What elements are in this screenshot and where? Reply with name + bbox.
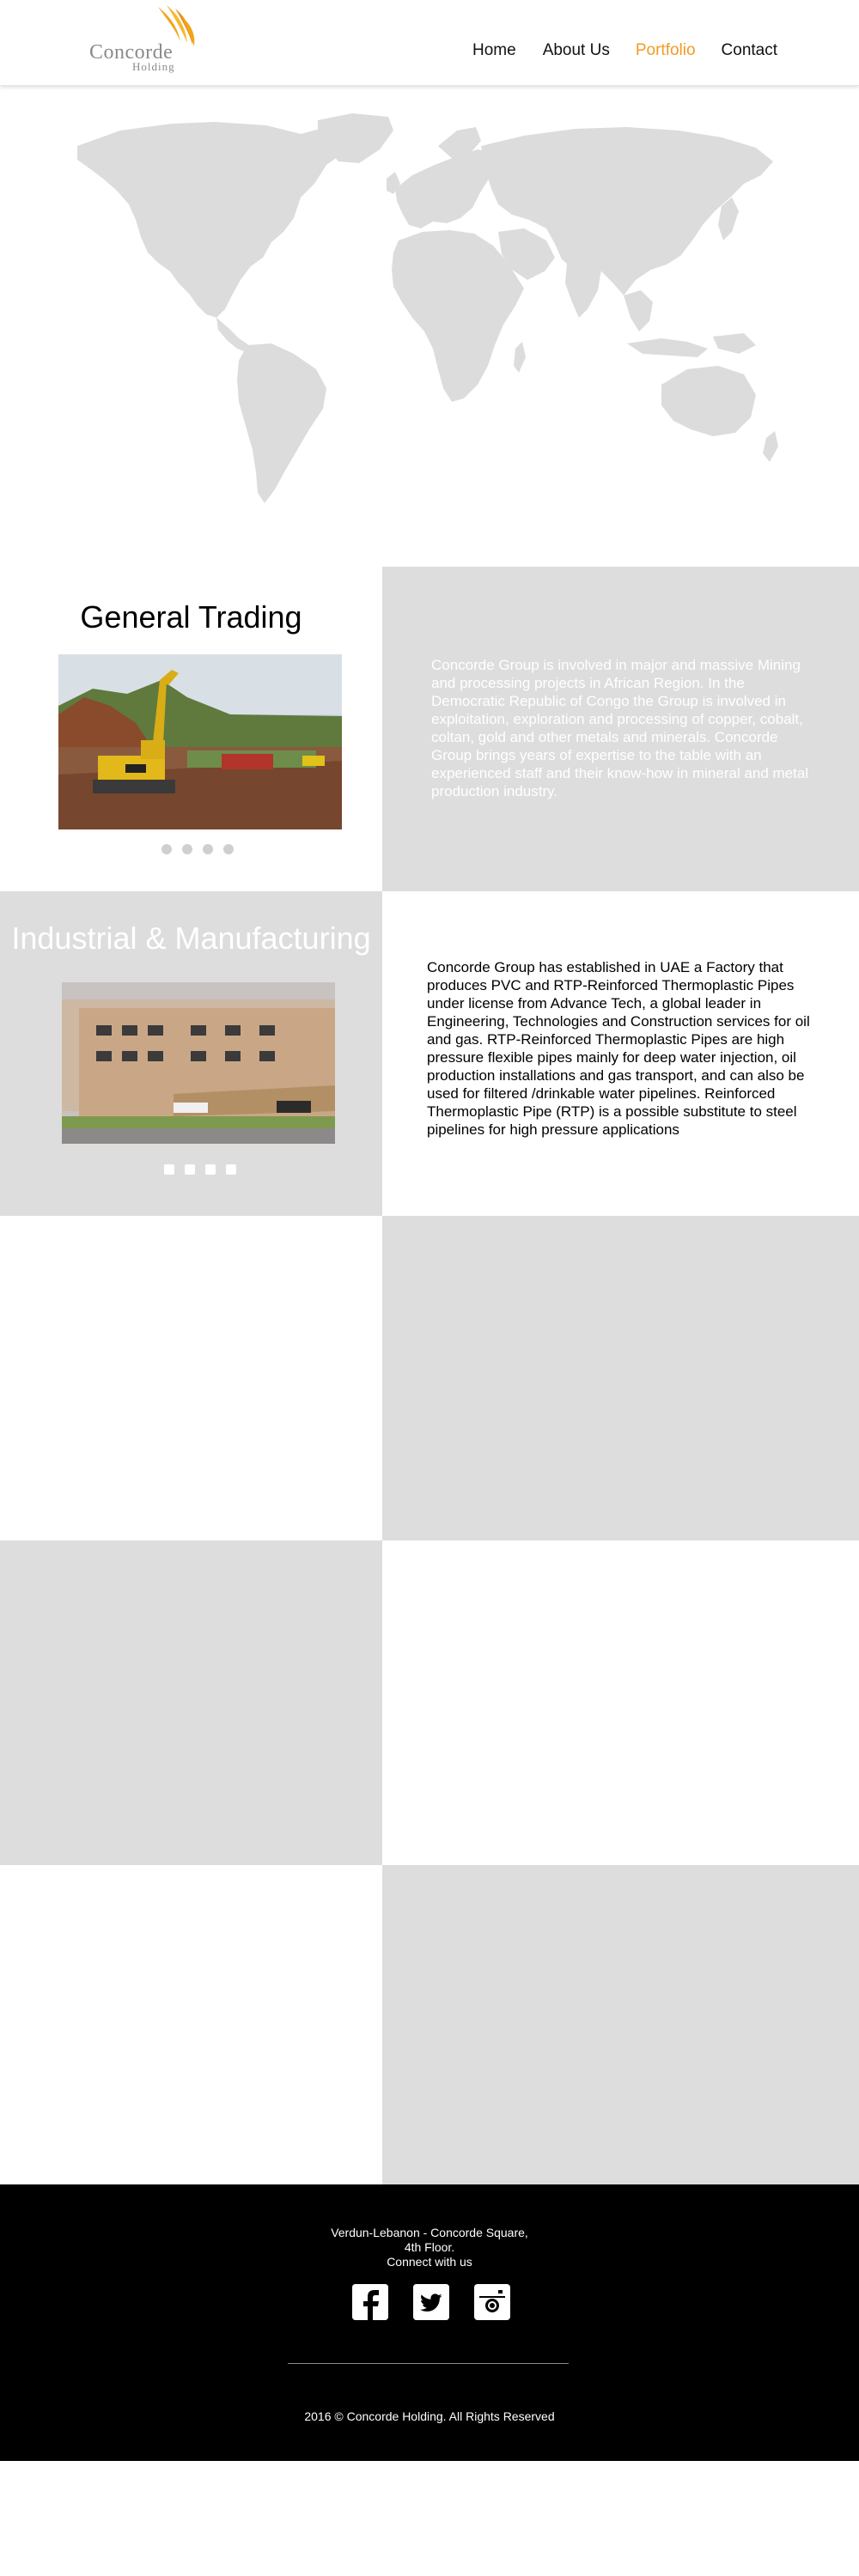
slide-dot[interactable] (164, 1164, 174, 1175)
empty-panel (382, 1216, 859, 1540)
slider-dots (161, 844, 234, 854)
industrial-panel: Industrial & Manufacturing (0, 891, 382, 1216)
site-header: Concorde Holding Home About Us Portfolio… (0, 0, 859, 86)
slide-dot[interactable] (205, 1164, 216, 1175)
slide-dot[interactable] (226, 1164, 236, 1175)
logo-subname: Holding (132, 60, 175, 73)
facebook-icon[interactable] (352, 2284, 388, 2320)
slide-dot[interactable] (223, 844, 234, 854)
factory-building-photo (62, 982, 335, 1144)
slide-dot[interactable] (182, 844, 192, 854)
slider-dots (164, 1164, 236, 1175)
section-empty-3 (0, 1865, 859, 2190)
footer-divider (288, 2363, 569, 2364)
section-general-trading: General Trading Concorde Group is involv… (0, 567, 859, 891)
nav-home[interactable]: Home (472, 41, 516, 60)
world-map (77, 113, 778, 503)
general-trading-panel: General Trading (0, 567, 382, 891)
social-links (352, 2284, 510, 2320)
address-line-1: Verdun-Lebanon - Concorde Square, (331, 2226, 528, 2239)
instagram-icon[interactable] (474, 2284, 510, 2320)
section-title: Industrial & Manufacturing (11, 920, 371, 956)
main-nav: Home About Us Portfolio Contact (472, 41, 777, 60)
slide-dot[interactable] (185, 1164, 195, 1175)
excavator-photo (58, 654, 342, 829)
section-description: Concorde Group is involved in major and … (431, 657, 809, 799)
section-title: General Trading (80, 599, 302, 635)
industrial-description-panel: Concorde Group has established in UAE a … (382, 891, 859, 1216)
section-industrial-manufacturing: Industrial & Manufacturing Concorde Grou… (0, 891, 859, 1216)
general-trading-description-panel: Concorde Group is involved in major and … (382, 567, 859, 891)
twitter-icon[interactable] (413, 2284, 449, 2320)
empty-panel (0, 1540, 382, 1865)
empty-panel (382, 1540, 859, 1865)
nav-contact[interactable]: Contact (722, 41, 777, 60)
address-line-2: 4th Floor. (404, 2240, 455, 2254)
empty-panel (0, 1216, 382, 1540)
nav-portfolio[interactable]: Portfolio (636, 41, 696, 60)
empty-panel (382, 1865, 859, 2190)
site-footer: Verdun-Lebanon - Concorde Square, 4th Fl… (0, 2184, 859, 2461)
section-empty-1 (0, 1216, 859, 1540)
site-logo[interactable]: Concorde Holding (89, 5, 201, 74)
copyright: 2016 © Concorde Holding. All Rights Rese… (304, 2409, 555, 2423)
nav-about-us[interactable]: About Us (543, 41, 610, 60)
connect-label: Connect with us (387, 2255, 472, 2269)
section-description: Concorde Group has established in UAE a … (427, 959, 810, 1138)
section-empty-2 (0, 1540, 859, 1865)
slide-dot[interactable] (161, 844, 172, 854)
empty-panel (0, 1865, 382, 2190)
slide-dot[interactable] (203, 844, 213, 854)
